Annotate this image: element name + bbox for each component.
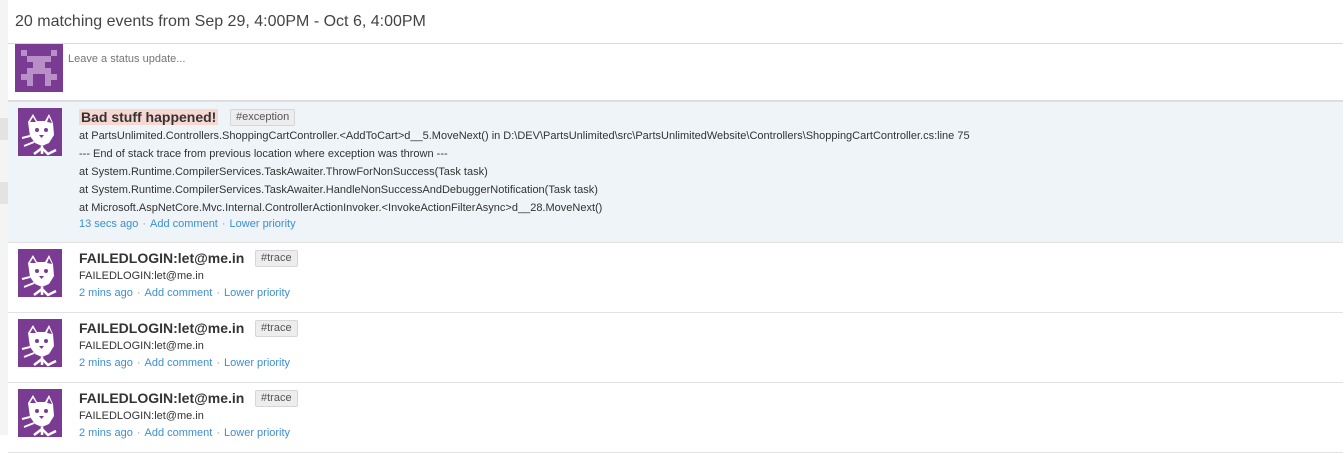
lower-priority-link[interactable]: Lower priority bbox=[224, 427, 290, 439]
event-body-line: FAILEDLOGIN:let@me.in bbox=[79, 340, 204, 352]
datadog-avatar-icon bbox=[18, 108, 62, 156]
event-body-line: FAILEDLOGIN:let@me.in bbox=[79, 270, 204, 282]
sidebar-marker bbox=[0, 182, 8, 204]
separator: · bbox=[216, 357, 221, 369]
event-body-line: at PartsUnlimited.Controllers.ShoppingCa… bbox=[79, 130, 970, 142]
event-tag[interactable]: #trace bbox=[255, 250, 298, 267]
event-meta: 2 mins ago · Add comment · Lower priority bbox=[79, 287, 290, 299]
lower-priority-link[interactable]: Lower priority bbox=[224, 357, 290, 369]
datadog-avatar-icon bbox=[18, 319, 62, 367]
event-tag[interactable]: #trace bbox=[255, 320, 298, 337]
separator: · bbox=[142, 218, 146, 230]
event-title[interactable]: FAILEDLOGIN:let@me.in bbox=[79, 390, 244, 406]
user-avatar bbox=[15, 44, 63, 92]
event-tag[interactable]: #exception bbox=[230, 109, 296, 126]
event-body-line: at System.Runtime.CompilerServices.TaskA… bbox=[79, 184, 598, 196]
event-meta: 2 mins ago · Add comment · Lower priority bbox=[79, 357, 290, 369]
separator: · bbox=[221, 218, 226, 230]
event-meta: 13 secs ago · Add comment · Lower priority bbox=[79, 218, 296, 230]
sidebar-marker bbox=[0, 118, 8, 140]
separator: · bbox=[216, 287, 221, 299]
event-meta: 2 mins ago · Add comment · Lower priority bbox=[79, 427, 290, 439]
event-title[interactable]: FAILEDLOGIN:let@me.in bbox=[79, 250, 244, 266]
event-body: FAILEDLOGIN:let@me.in bbox=[79, 337, 204, 355]
event-body-line: FAILEDLOGIN:let@me.in bbox=[79, 410, 204, 422]
event-item: FAILEDLOGIN:let@me.in #trace FAILEDLOGIN… bbox=[8, 383, 1343, 453]
event-body: FAILEDLOGIN:let@me.in bbox=[79, 267, 204, 285]
left-sidebar-strip bbox=[0, 0, 8, 435]
datadog-avatar-icon bbox=[18, 389, 62, 437]
event-body: FAILEDLOGIN:let@me.in bbox=[79, 407, 204, 425]
add-comment-link[interactable]: Add comment bbox=[144, 287, 212, 299]
status-update-row bbox=[8, 44, 1343, 101]
event-body-line: at System.Runtime.CompilerServices.TaskA… bbox=[79, 166, 488, 178]
event-timestamp-link[interactable]: 13 secs ago bbox=[79, 218, 138, 230]
separator: · bbox=[136, 357, 141, 369]
event-body-line: --- End of stack trace from previous loc… bbox=[79, 148, 448, 160]
separator: · bbox=[216, 427, 221, 439]
event-item: FAILEDLOGIN:let@me.in #trace FAILEDLOGIN… bbox=[8, 313, 1343, 383]
event-item: Bad stuff happened! #exception at PartsU… bbox=[8, 101, 1343, 243]
datadog-avatar-icon bbox=[18, 249, 62, 297]
event-timestamp-link[interactable]: 2 mins ago bbox=[79, 357, 133, 369]
page-title: 20 matching events from Sep 29, 4:00PM -… bbox=[15, 13, 426, 30]
separator: · bbox=[136, 427, 141, 439]
add-comment-link[interactable]: Add comment bbox=[150, 218, 218, 230]
event-timestamp-link[interactable]: 2 mins ago bbox=[79, 287, 133, 299]
event-title[interactable]: FAILEDLOGIN:let@me.in bbox=[79, 320, 244, 336]
add-comment-link[interactable]: Add comment bbox=[144, 357, 212, 369]
event-body-line: at Microsoft.AspNetCore.Mvc.Internal.Con… bbox=[79, 202, 603, 214]
lower-priority-link[interactable]: Lower priority bbox=[224, 287, 290, 299]
lower-priority-link[interactable]: Lower priority bbox=[230, 218, 296, 230]
separator: · bbox=[136, 287, 141, 299]
event-tag[interactable]: #trace bbox=[255, 390, 298, 407]
event-timestamp-link[interactable]: 2 mins ago bbox=[79, 427, 133, 439]
events-header: 20 matching events from Sep 29, 4:00PM -… bbox=[8, 0, 1343, 44]
add-comment-link[interactable]: Add comment bbox=[144, 427, 212, 439]
event-item: FAILEDLOGIN:let@me.in #trace FAILEDLOGIN… bbox=[8, 243, 1343, 313]
status-update-input[interactable] bbox=[68, 50, 1268, 68]
event-body: at PartsUnlimited.Controllers.ShoppingCa… bbox=[79, 127, 970, 217]
event-title[interactable]: Bad stuff happened! bbox=[79, 109, 219, 125]
